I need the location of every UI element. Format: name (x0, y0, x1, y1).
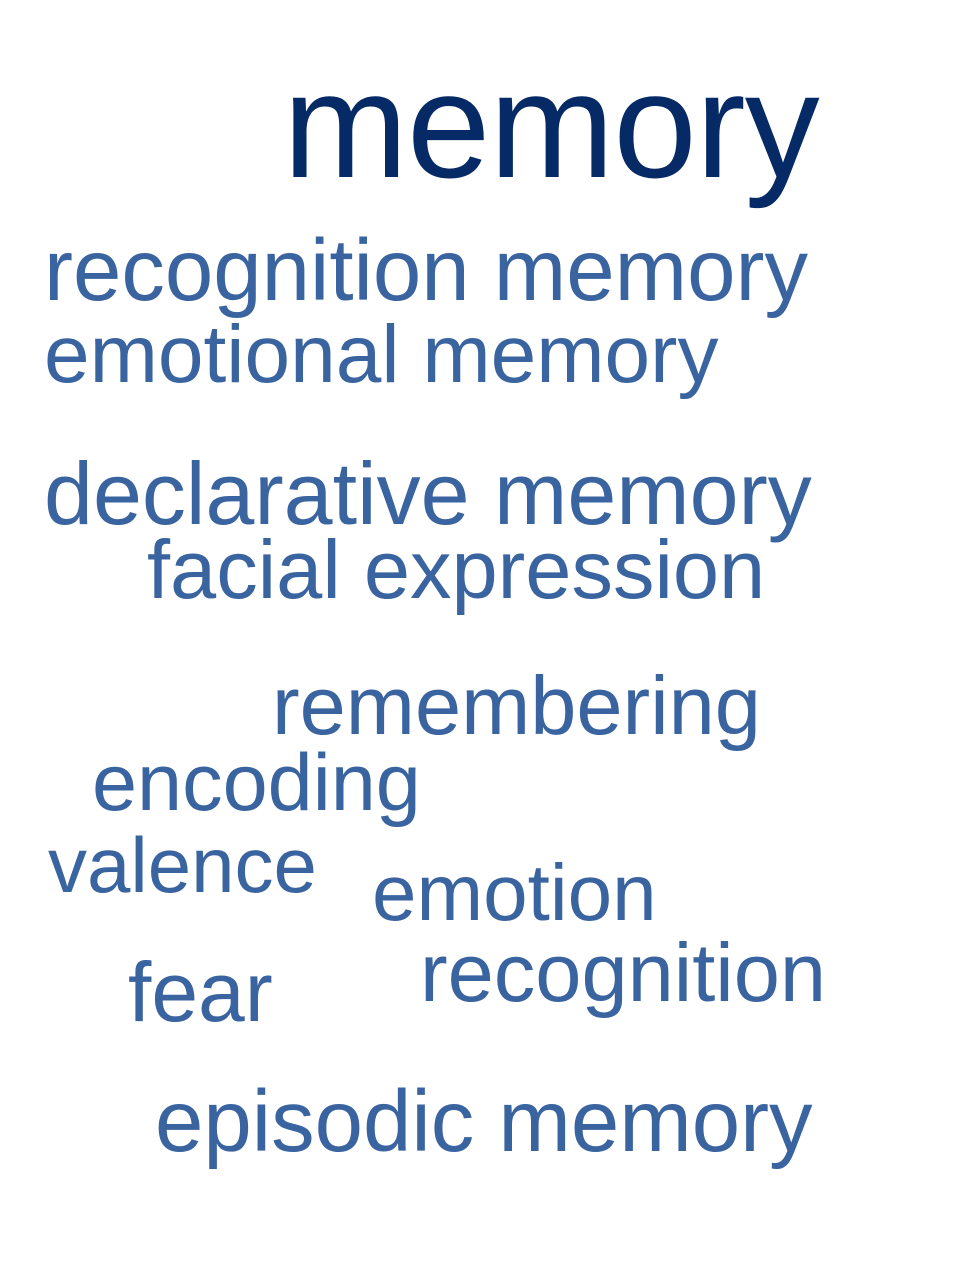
word-encoding: encoding (92, 738, 421, 828)
word-emotion: emotion (372, 848, 657, 937)
word-emotional-memory: emotional memory (44, 309, 719, 400)
word-recognition-memory: recognition memory (44, 222, 808, 319)
word-remembering: remembering (272, 659, 761, 752)
word-valence: valence (48, 821, 317, 909)
word-memory: memory (283, 41, 820, 209)
word-episodic-memory: episodic memory (155, 1073, 813, 1170)
word-fear: fear (128, 945, 273, 1039)
word-cloud: memory recognition memory emotional memo… (0, 0, 977, 1288)
word-recognition: recognition (420, 926, 827, 1019)
word-facial-expression: facial expression (147, 523, 766, 616)
